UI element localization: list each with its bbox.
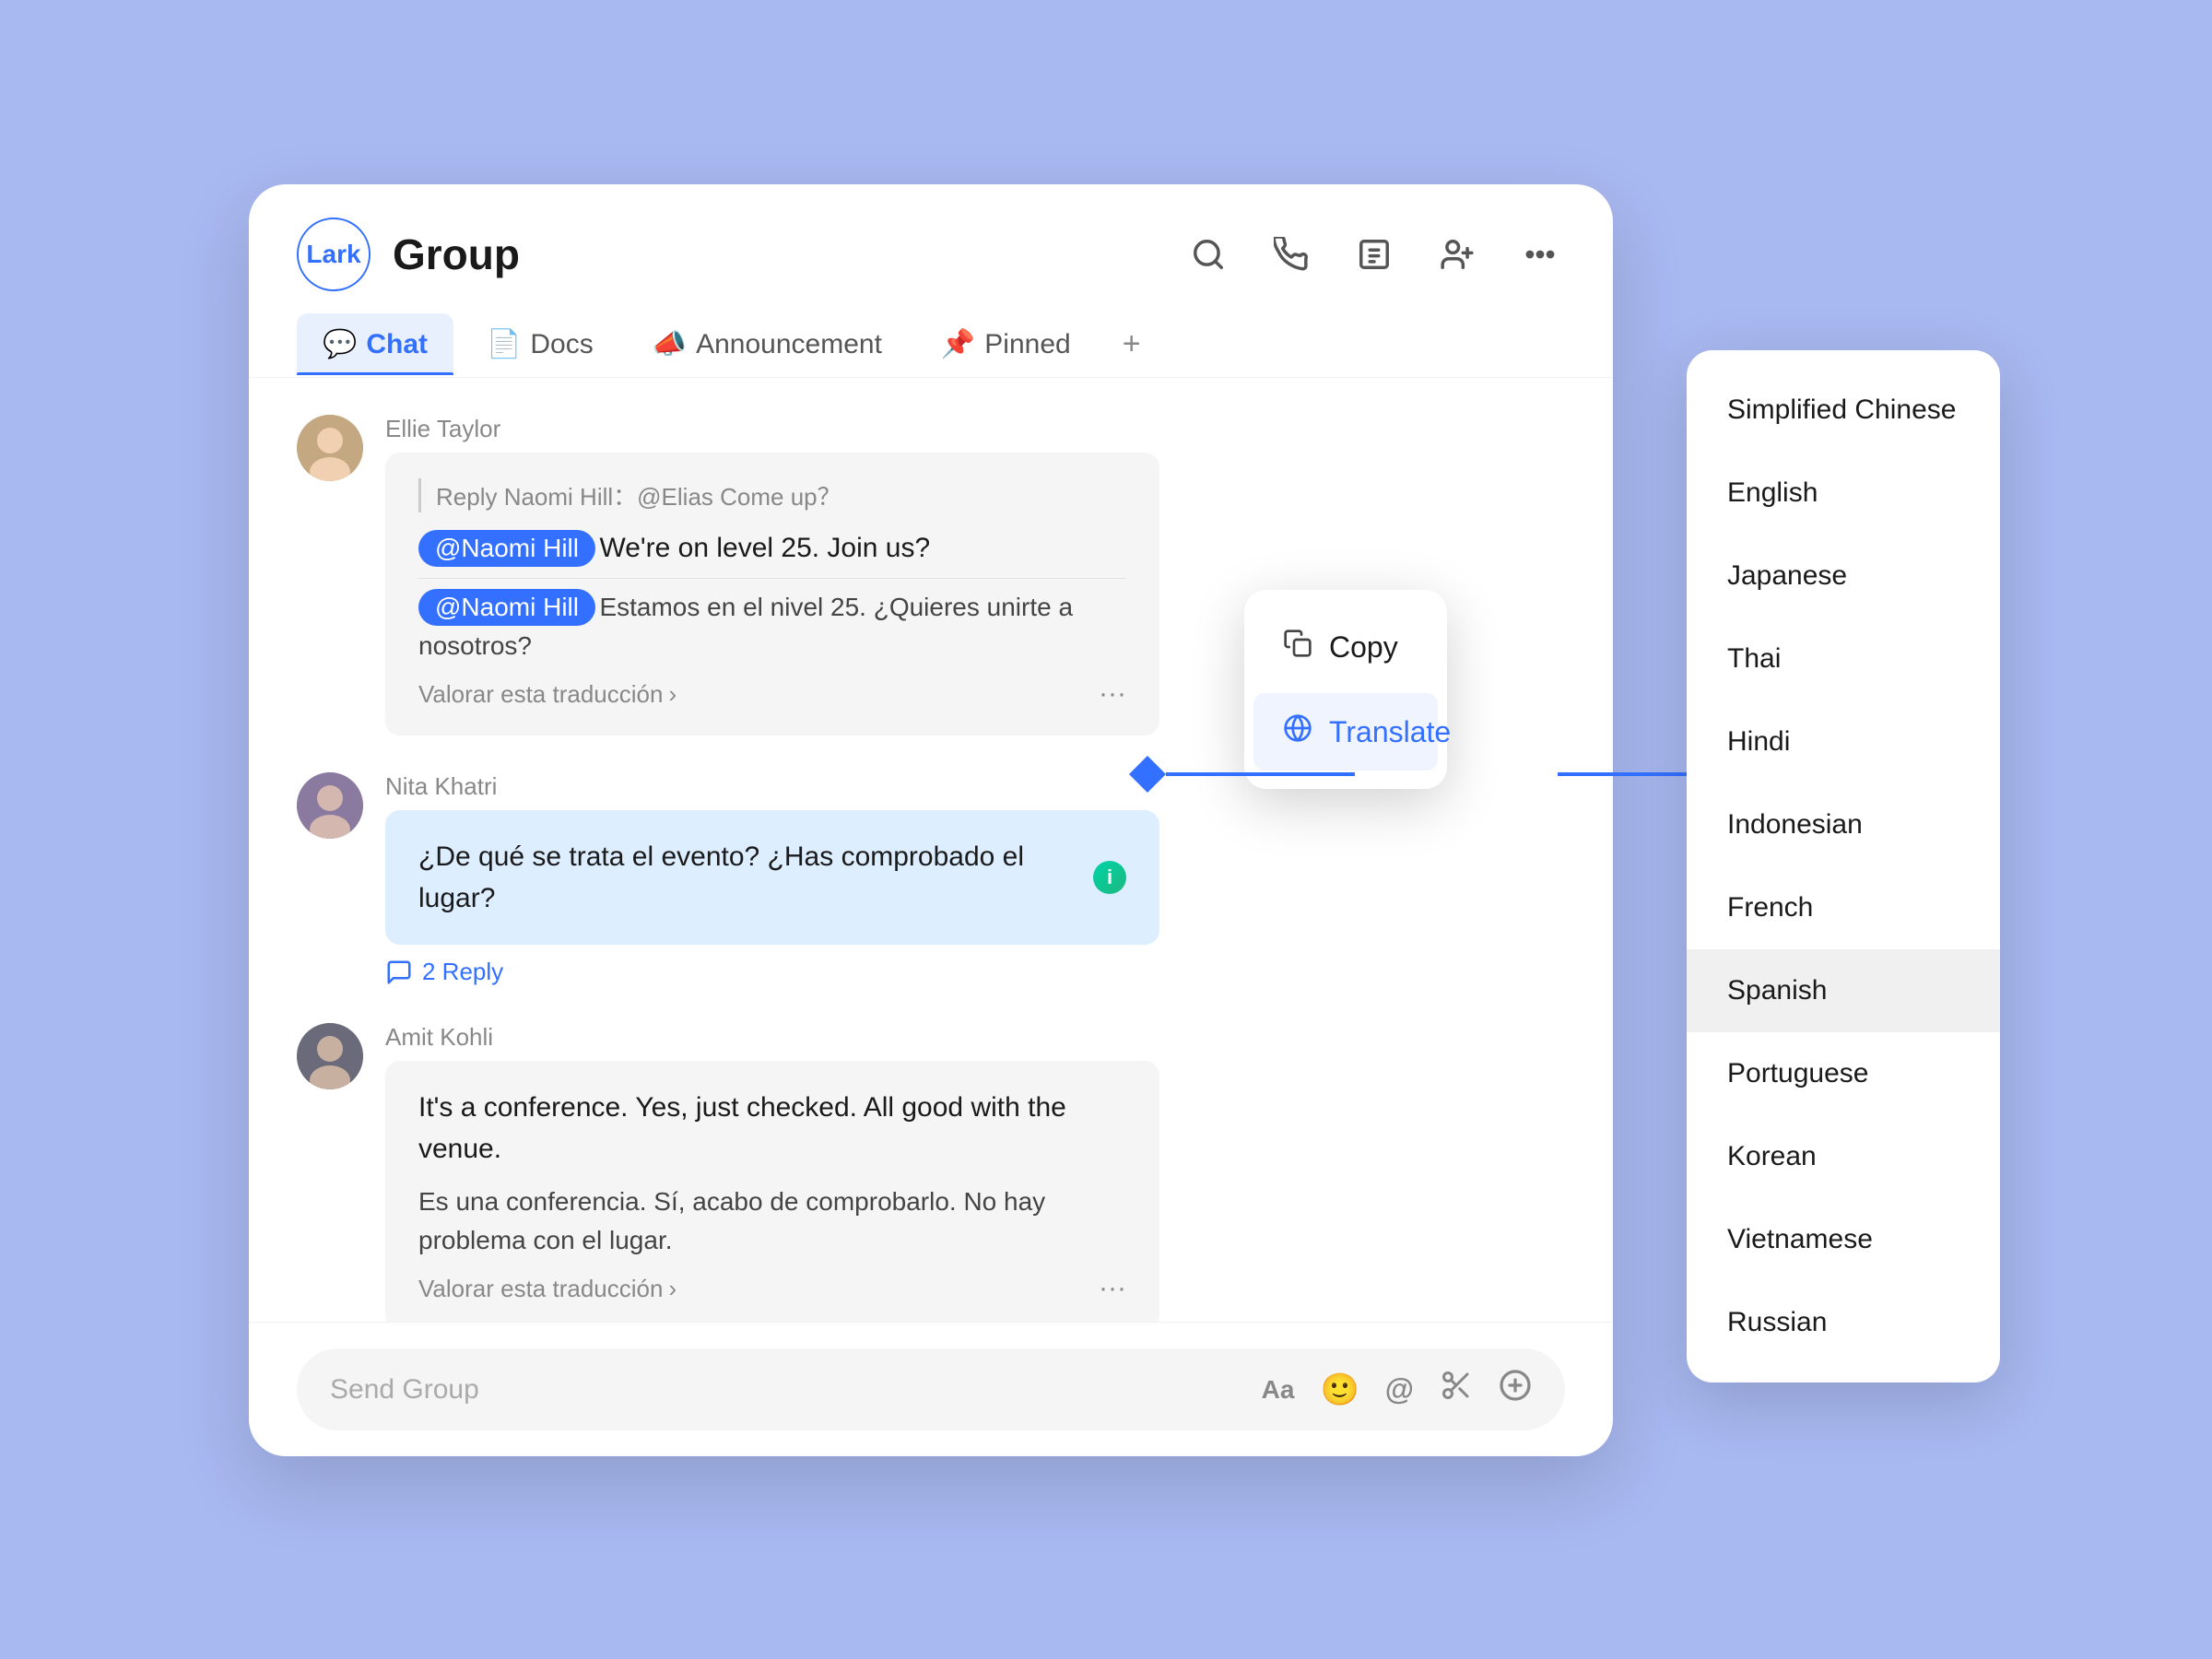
info-badge-nita: i — [1093, 861, 1126, 894]
lang-thai[interactable]: Thai — [1687, 618, 2000, 700]
message-nita: Nita Khatri ¿De qué se trata el evento? … — [297, 772, 1565, 986]
language-panel: Simplified Chinese English Japanese Thai… — [1687, 350, 2000, 1382]
message-content-ellie: Ellie Taylor Reply Naomi Hill：@Elias Com… — [385, 415, 1159, 735]
lang-korean[interactable]: Korean — [1687, 1115, 2000, 1198]
more-btn-ellie[interactable]: ··· — [1099, 678, 1126, 710]
tab-announcement[interactable]: 📣 Announcement — [627, 313, 908, 375]
bubble-nita: ¿De qué se trata el evento? ¿Has comprob… — [385, 810, 1159, 945]
sender-ellie: Ellie Taylor — [385, 415, 1159, 443]
mention-line-ellie: @Naomi Hill We're on level 25. Join us? — [418, 527, 1126, 569]
message-content-amit: Amit Kohli It's a conference. Yes, just … — [385, 1023, 1159, 1322]
header-top: Lark Group — [297, 218, 1565, 291]
tab-pinned-label: Pinned — [984, 329, 1070, 360]
more-btn-amit[interactable]: ··· — [1099, 1273, 1126, 1304]
msg-text-ellie: We're on level 25. Join us? — [599, 533, 930, 563]
mention-naomi1[interactable]: @Naomi Hill — [418, 530, 595, 567]
chat-input-area: Send Group Aa 🙂 @ — [249, 1322, 1613, 1456]
phone-icon[interactable] — [1266, 229, 1316, 279]
reply-count-nita[interactable]: 2 Reply — [385, 958, 1159, 986]
tabs: 💬 Chat 📄 Docs 📣 Announcement 📌 Pinned + — [297, 312, 1565, 377]
lang-hindi[interactable]: Hindi — [1687, 700, 2000, 783]
message-amit: Amit Kohli It's a conference. Yes, just … — [297, 1023, 1565, 1322]
translate-footer-amit: Valorar esta traducción › ··· — [418, 1273, 1126, 1304]
input-placeholder[interactable]: Send Group — [330, 1374, 1236, 1406]
lang-simplified-chinese[interactable]: Simplified Chinese — [1687, 369, 2000, 452]
more-icon[interactable] — [1515, 229, 1565, 279]
group-title: Group — [393, 229, 520, 279]
chat-window: Lark Group — [249, 184, 1613, 1456]
chat-tab-icon: 💬 — [323, 328, 357, 360]
valorar-link-amit[interactable]: Valorar esta traducción › — [418, 1275, 677, 1303]
lang-japanese[interactable]: Japanese — [1687, 535, 2000, 618]
add-icon[interactable] — [1499, 1369, 1532, 1410]
search-icon[interactable] — [1183, 229, 1233, 279]
add-tab-button[interactable]: + — [1104, 312, 1159, 377]
avatar-ellie — [297, 415, 363, 481]
mention-translated-line: @Naomi Hill Estamos en el nivel 25. ¿Qui… — [418, 588, 1126, 665]
chevron-right-icon: › — [668, 680, 677, 709]
docs-tab-icon: 📄 — [487, 328, 521, 360]
reply-text-ellie: Reply Naomi Hill：@Elias Come up？ — [436, 483, 841, 511]
scissors-icon[interactable] — [1440, 1369, 1473, 1410]
mention-naomi2[interactable]: @Naomi Hill — [418, 589, 595, 626]
lang-indonesian[interactable]: Indonesian — [1687, 783, 2000, 866]
translate-icon — [1283, 713, 1312, 750]
lang-spanish[interactable]: Spanish — [1687, 949, 2000, 1032]
lark-logo-text: Lark — [306, 240, 360, 269]
tab-announcement-label: Announcement — [696, 329, 882, 360]
header-left: Lark Group — [297, 218, 520, 291]
sender-amit: Amit Kohli — [385, 1023, 1159, 1052]
bubble-ellie: Reply Naomi Hill：@Elias Come up？ @Naomi … — [385, 453, 1159, 735]
tab-chat-label: Chat — [366, 329, 428, 360]
valorar-text-ellie: Valorar esta traducción — [418, 680, 663, 709]
chat-header: Lark Group — [249, 184, 1613, 378]
bubble-amit: It's a conference. Yes, just checked. Al… — [385, 1061, 1159, 1322]
tab-docs-label: Docs — [530, 329, 593, 360]
reply-count-text-nita: 2 Reply — [422, 958, 503, 986]
translated-text-amit: Es una conferencia. Sí, acabo de comprob… — [418, 1182, 1126, 1260]
avatar-amit — [297, 1023, 363, 1089]
copy-icon — [1283, 629, 1312, 665]
header-icons — [1183, 229, 1565, 279]
sender-nita: Nita Khatri — [385, 772, 1159, 801]
lang-portuguese[interactable]: Portuguese — [1687, 1032, 2000, 1115]
translated-section-ellie: @Naomi Hill Estamos en el nivel 25. ¿Qui… — [418, 578, 1126, 665]
scene: Lark Group — [138, 92, 2074, 1567]
translate-button[interactable]: Translate — [1253, 693, 1438, 771]
chevron-right-icon2: › — [668, 1275, 677, 1303]
msg-text-nita: ¿De qué se trata el evento? ¿Has comprob… — [418, 836, 1075, 919]
tab-chat[interactable]: 💬 Chat — [297, 313, 453, 375]
lang-english[interactable]: English — [1687, 452, 2000, 535]
pinned-tab-icon: 📌 — [941, 328, 975, 360]
copy-label: Copy — [1329, 630, 1398, 665]
tab-docs[interactable]: 📄 Docs — [461, 313, 619, 375]
lang-russian[interactable]: Russian — [1687, 1281, 2000, 1364]
translate-label: Translate — [1329, 715, 1451, 749]
context-popup: Copy Translate — [1244, 590, 1447, 789]
emoji-icon[interactable]: 🙂 — [1320, 1371, 1359, 1408]
lang-vietnamese[interactable]: Vietnamese — [1687, 1198, 2000, 1281]
info-icon[interactable] — [1349, 229, 1399, 279]
valorar-link-ellie[interactable]: Valorar esta traducción › — [418, 680, 677, 709]
message-content-nita: Nita Khatri ¿De qué se trata el evento? … — [385, 772, 1159, 986]
mention-icon[interactable]: @ — [1385, 1372, 1414, 1406]
avatar-nita — [297, 772, 363, 839]
nita-msg-row: ¿De qué se trata el evento? ¿Has comprob… — [418, 836, 1126, 919]
translate-footer-ellie: Valorar esta traducción › ··· — [418, 678, 1126, 710]
valorar-text-amit: Valorar esta traducción — [418, 1275, 663, 1303]
copy-button[interactable]: Copy — [1253, 608, 1438, 686]
msg-text-amit: It's a conference. Yes, just checked. Al… — [418, 1087, 1126, 1170]
input-icons: Aa 🙂 @ — [1262, 1369, 1532, 1410]
lang-french[interactable]: French — [1687, 866, 2000, 949]
add-user-icon[interactable] — [1432, 229, 1482, 279]
chat-input-bar[interactable]: Send Group Aa 🙂 @ — [297, 1348, 1565, 1430]
font-size-icon[interactable]: Aa — [1262, 1375, 1295, 1405]
lark-logo: Lark — [297, 218, 371, 291]
tab-pinned[interactable]: 📌 Pinned — [915, 313, 1097, 375]
reply-quote-ellie: Reply Naomi Hill：@Elias Come up？ — [418, 478, 1126, 512]
announcement-tab-icon: 📣 — [653, 328, 687, 360]
chat-body: Ellie Taylor Reply Naomi Hill：@Elias Com… — [249, 378, 1613, 1322]
